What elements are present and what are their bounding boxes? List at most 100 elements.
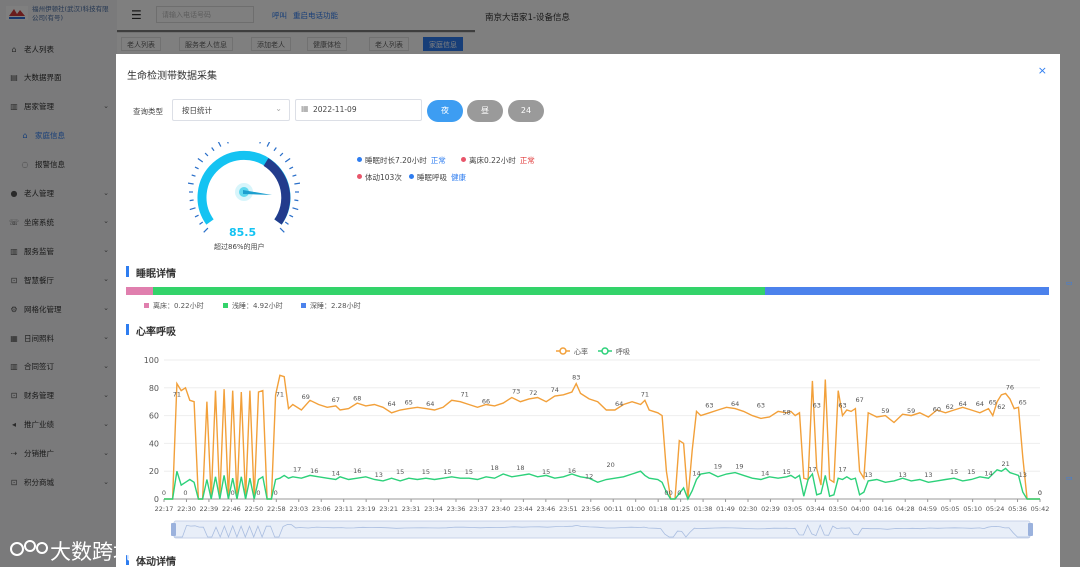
legend-label: 呼吸	[616, 347, 630, 356]
modal-title: 生命检测带数据采集	[127, 71, 217, 82]
query-type-select[interactable]: 按日统计 ⌄	[172, 99, 290, 121]
breath-data-label: 15	[542, 468, 550, 476]
sleep-segment-浅睡	[152, 287, 765, 295]
gauge-tick	[194, 214, 199, 218]
y-tick-label: 20	[149, 467, 159, 476]
x-tick-label: 23:44	[514, 505, 533, 513]
breath-data-label: 13	[1019, 471, 1027, 479]
heart-rate-data-label: 71	[173, 390, 181, 398]
night-button[interactable]: 夜	[427, 100, 463, 122]
gauge-tick	[197, 158, 204, 163]
x-tick-label: 03:44	[806, 505, 825, 513]
gauge-tick	[211, 147, 215, 152]
gauge-tick	[191, 174, 196, 177]
breath-data-label: 14	[332, 470, 340, 478]
x-tick-label: 04:28	[896, 505, 915, 513]
breath-data-label: 19	[735, 463, 743, 471]
gauge-tick	[284, 158, 291, 163]
breath-data-label: 15	[465, 468, 473, 476]
y-tick-label: 60	[149, 412, 159, 421]
sleep-segment-深睡	[764, 287, 1049, 295]
motion-detail-title: 体动详情	[136, 557, 176, 567]
zoom-handle-right	[1028, 523, 1033, 536]
breath-data-label: 14	[761, 470, 769, 478]
gauge-tick	[284, 221, 289, 225]
heart-rate-data-label: 63	[757, 401, 765, 409]
heart-rate-data-label: 67	[332, 396, 340, 404]
legend-marker	[559, 347, 567, 355]
sleep-stage-bar	[126, 287, 1049, 295]
breath-data-label: 0	[256, 489, 260, 497]
heart-rate-title: 心率呼吸	[136, 327, 176, 338]
close-icon[interactable]: ×	[1038, 64, 1047, 77]
gauge-tick	[289, 166, 294, 170]
heart-rate-data-label: 63	[838, 401, 846, 409]
breath-data-label: 18	[491, 464, 499, 472]
summary-sleep-duration: 睡眠时长7.20小时 正常	[357, 155, 446, 166]
heart-rate-data-label: 83	[572, 374, 580, 382]
calendar-icon: ▦	[301, 104, 309, 113]
gauge-tick	[273, 147, 277, 152]
x-tick-label: 23:06	[312, 505, 331, 513]
gauge-tick	[188, 182, 194, 185]
heart-rate-data-label: 62	[997, 403, 1005, 411]
x-tick-label: 01:00	[626, 505, 645, 513]
heart-rate-data-label: 62	[946, 403, 954, 411]
sleep-score-value: 85.5	[229, 226, 257, 239]
x-tick-label: 00:11	[604, 505, 623, 513]
breath-data-label: 20	[606, 461, 614, 469]
edit-icon[interactable]: ▭	[1066, 474, 1073, 482]
x-tick-label: 23:31	[402, 505, 421, 513]
gauge-tick	[294, 182, 300, 185]
breath-data-label: 13	[924, 471, 932, 479]
breath-data-label: 18	[516, 464, 524, 472]
breath-data-label: 21	[1002, 460, 1010, 468]
x-tick-label: 05:36	[1008, 505, 1027, 513]
sleep-segment-离床	[126, 287, 153, 295]
breath-data-label: 16	[310, 467, 318, 475]
breath-data-label: 13	[375, 471, 383, 479]
zoom-slider-track	[173, 520, 1031, 539]
heart-rate-data-label: 63	[813, 401, 821, 409]
x-tick-label: 23:36	[447, 505, 466, 513]
x-tick-label: 04:00	[851, 505, 870, 513]
gauge-tick	[199, 221, 204, 225]
gauge-tick	[189, 199, 194, 202]
zoom-handle-left	[171, 523, 176, 536]
heart-rate-data-label: 64	[615, 400, 623, 408]
watermark-logo-icon	[10, 540, 48, 556]
status-dot-icon	[409, 174, 414, 179]
gauge-tick	[266, 142, 271, 147]
breath-data-label: 13	[864, 471, 872, 479]
date-picker[interactable]: ▦ 2022-11-09	[295, 99, 422, 121]
y-tick-label: 100	[144, 356, 159, 365]
x-tick-label: 23:19	[357, 505, 376, 513]
breath-data-label: 0	[274, 489, 278, 497]
heart-rate-data-label: 64	[426, 400, 434, 408]
query-type-value: 按日统计	[182, 106, 212, 115]
y-tick-label: 0	[154, 495, 159, 504]
x-tick-label: 04:59	[918, 505, 937, 513]
edit-icon[interactable]: ▭	[1066, 279, 1073, 287]
heart-rate-data-label: 68	[353, 394, 361, 402]
heart-rate-data-label: 59	[881, 407, 889, 415]
x-tick-label: 01:49	[716, 505, 735, 513]
summary-out-of-bed: 离床0.22小时 正常	[461, 155, 535, 166]
breath-data-label: 15	[396, 468, 404, 476]
full-day-button[interactable]: 24	[508, 100, 544, 122]
legend-marker	[601, 347, 609, 355]
legend-label: 心率	[574, 347, 588, 356]
breath-data-label: 0	[162, 489, 166, 497]
sleep-detail-title: 睡眠详情	[136, 269, 176, 280]
heart-rate-data-label: 74	[551, 386, 559, 394]
x-tick-label: 23:51	[559, 505, 578, 513]
heart-rate-data-label: 64	[731, 400, 739, 408]
watermark-text: 大数跨境	[50, 540, 134, 564]
day-button[interactable]: 昼	[467, 100, 503, 122]
x-tick-label: 23:37	[469, 505, 488, 513]
x-tick-label: 01:18	[649, 505, 668, 513]
y-tick-label: 40	[149, 439, 159, 448]
x-tick-label: 22:50	[244, 505, 263, 513]
gauge-tick	[203, 227, 209, 233]
heart-rate-data-label: 65	[989, 399, 997, 407]
